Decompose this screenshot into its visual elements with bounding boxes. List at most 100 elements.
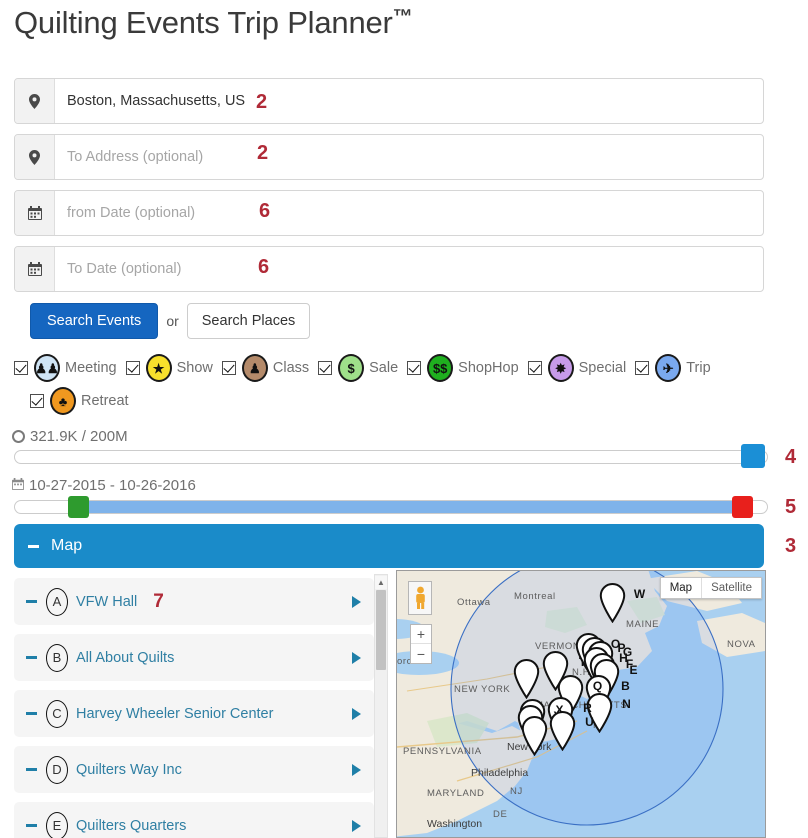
results-list-scrollbar[interactable]: ▲ — [374, 574, 388, 838]
map-marker-letter: B — [621, 679, 630, 693]
list-item-badge: C — [46, 699, 68, 728]
chevron-right-icon[interactable] — [352, 763, 361, 776]
event-type-filter-list: ♟♟ Meeting ★ Show ♟ Class $ Sale $$ ShopHop ✸ Speci… — [14, 354, 794, 420]
filter-label-class: Class — [272, 360, 310, 376]
filter-special[interactable]: ✸ Special — [527, 354, 627, 382]
map-marker-letter: R — [583, 701, 592, 715]
filter-shophop[interactable]: $$ ShopHop — [407, 354, 519, 382]
to-date-input[interactable] — [55, 247, 763, 291]
filter-label-shophop: ShopHop — [458, 360, 519, 376]
minus-icon[interactable] — [26, 824, 37, 827]
list-item[interactable]: B All About Quilts — [14, 634, 374, 681]
event-type-filters: ♟♟ Meeting ★ Show ♟ Class $ Sale $$ ShopHop ✸ Speci… — [14, 354, 794, 420]
list-item-label[interactable]: All About Quilts — [76, 650, 174, 666]
list-item-label[interactable]: VFW Hall — [76, 594, 137, 610]
map-marker-Z[interactable]: Z — [521, 715, 565, 757]
date-slider-end-handle[interactable] — [732, 496, 753, 518]
date-slider-start-handle[interactable] — [68, 496, 89, 518]
pin-icon — [599, 582, 626, 624]
list-item-badge: A — [46, 587, 68, 616]
checkbox-show[interactable] — [125, 361, 140, 375]
checkbox-sale[interactable] — [318, 361, 333, 375]
radius-slider-handle[interactable] — [741, 444, 765, 468]
map-region-label: Ottawa — [457, 597, 491, 608]
map-marker-letter: W — [633, 587, 646, 601]
scroll-up-icon[interactable]: ▲ — [375, 576, 387, 589]
chevron-right-icon[interactable] — [352, 707, 361, 720]
from-address-field[interactable] — [14, 78, 764, 124]
from-date-field[interactable] — [14, 190, 764, 236]
meeting-marker-icon-glyph: ♟♟ — [35, 360, 59, 376]
map-panel-title: Map — [51, 537, 83, 554]
list-item-label[interactable]: Harvey Wheeler Senior Center — [76, 706, 273, 722]
map-city-label: Philadelphia — [471, 767, 529, 779]
sale-marker-icon: $ — [338, 354, 365, 382]
list-item-label[interactable]: Quilters Quarters — [76, 818, 186, 834]
to-address-input[interactable] — [55, 135, 763, 179]
street-view-icon[interactable] — [408, 581, 432, 615]
trip-planner-page: Quilting Events Trip Planner™ 2 2 6 6 Se… — [0, 0, 808, 838]
shophop-marker-icon-glyph: $$ — [432, 360, 448, 376]
minus-icon[interactable] — [26, 656, 37, 659]
checkbox-trip[interactable] — [635, 361, 650, 375]
show-marker-icon: ★ — [145, 354, 172, 382]
minus-icon[interactable] — [26, 712, 37, 715]
list-item[interactable]: C Harvey Wheeler Senior Center — [14, 690, 374, 737]
chevron-right-icon[interactable] — [352, 651, 361, 664]
search-places-button[interactable]: Search Places — [186, 303, 311, 339]
radius-value: 321.9K / 200M — [30, 428, 128, 445]
special-marker-icon: ✸ — [547, 354, 574, 382]
calendar-icon — [15, 247, 55, 291]
map-marker-letter: N — [622, 697, 631, 711]
radius-slider-track[interactable] — [14, 450, 768, 464]
annotation-5: 5 — [785, 496, 797, 518]
map-type-satellite-button[interactable]: Satellite — [701, 578, 761, 598]
filter-label-special: Special — [578, 360, 627, 376]
filter-class[interactable]: ♟ Class — [221, 354, 310, 382]
class-marker-icon-glyph: ♟ — [249, 360, 261, 376]
map-type-control[interactable]: Map Satellite — [659, 577, 762, 599]
list-item-label[interactable]: Quilters Way Inc — [76, 762, 182, 778]
filter-meeting[interactable]: ♟♟ Meeting — [14, 354, 117, 382]
to-date-field[interactable] — [14, 246, 764, 292]
chevron-right-icon[interactable] — [352, 819, 361, 832]
map-marker-W[interactable]: W — [599, 582, 645, 624]
list-item[interactable]: E Quilters Quarters — [14, 802, 374, 838]
list-item[interactable]: A VFW Hall 7 — [14, 578, 374, 625]
page-title: Quilting Events Trip Planner™ — [14, 5, 413, 41]
google-map[interactable]: + − Map Satellite Ottawa Montreal MAINE NOV… — [396, 570, 766, 838]
special-marker-icon-glyph: ✸ — [555, 360, 567, 376]
search-events-button[interactable]: Search Events — [30, 303, 159, 339]
minus-icon[interactable] — [26, 768, 37, 771]
map-panel-header[interactable]: Map — [14, 524, 764, 568]
filter-retreat[interactable]: ♣ Retreat — [30, 387, 129, 415]
map-marker-letter: Q — [592, 679, 603, 693]
from-date-input[interactable] — [55, 191, 763, 235]
filter-sale[interactable]: $ Sale — [318, 354, 398, 382]
minus-icon[interactable] — [26, 600, 37, 603]
minus-icon — [28, 544, 39, 548]
zoom-in-button[interactable]: + — [411, 625, 431, 644]
map-type-map-button[interactable]: Map — [661, 578, 701, 598]
map-marker-V[interactable]: V — [513, 658, 558, 700]
checkbox-class[interactable] — [221, 361, 236, 375]
annotation-4: 4 — [785, 446, 797, 468]
map-marker-U[interactable]: U — [549, 710, 594, 752]
chevron-right-icon[interactable] — [352, 595, 361, 608]
zoom-out-button[interactable]: − — [411, 644, 431, 663]
map-zoom-controls[interactable]: + − — [410, 624, 432, 664]
list-item-badge: E — [46, 811, 68, 838]
checkbox-meeting[interactable] — [14, 361, 28, 375]
scrollbar-thumb[interactable] — [376, 590, 386, 670]
pin-icon — [549, 710, 576, 752]
checkbox-special[interactable] — [527, 361, 542, 375]
shophop-marker-icon: $$ — [427, 354, 454, 382]
list-item[interactable]: D Quilters Way Inc — [14, 746, 374, 793]
checkbox-retreat[interactable] — [30, 394, 44, 408]
filter-trip[interactable]: ✈ Trip — [635, 354, 711, 382]
checkbox-shophop[interactable] — [407, 361, 422, 375]
map-region-label: MAINE — [626, 619, 660, 630]
filter-show[interactable]: ★ Show — [125, 354, 213, 382]
to-address-field[interactable] — [14, 134, 764, 180]
from-address-input[interactable] — [55, 79, 763, 123]
